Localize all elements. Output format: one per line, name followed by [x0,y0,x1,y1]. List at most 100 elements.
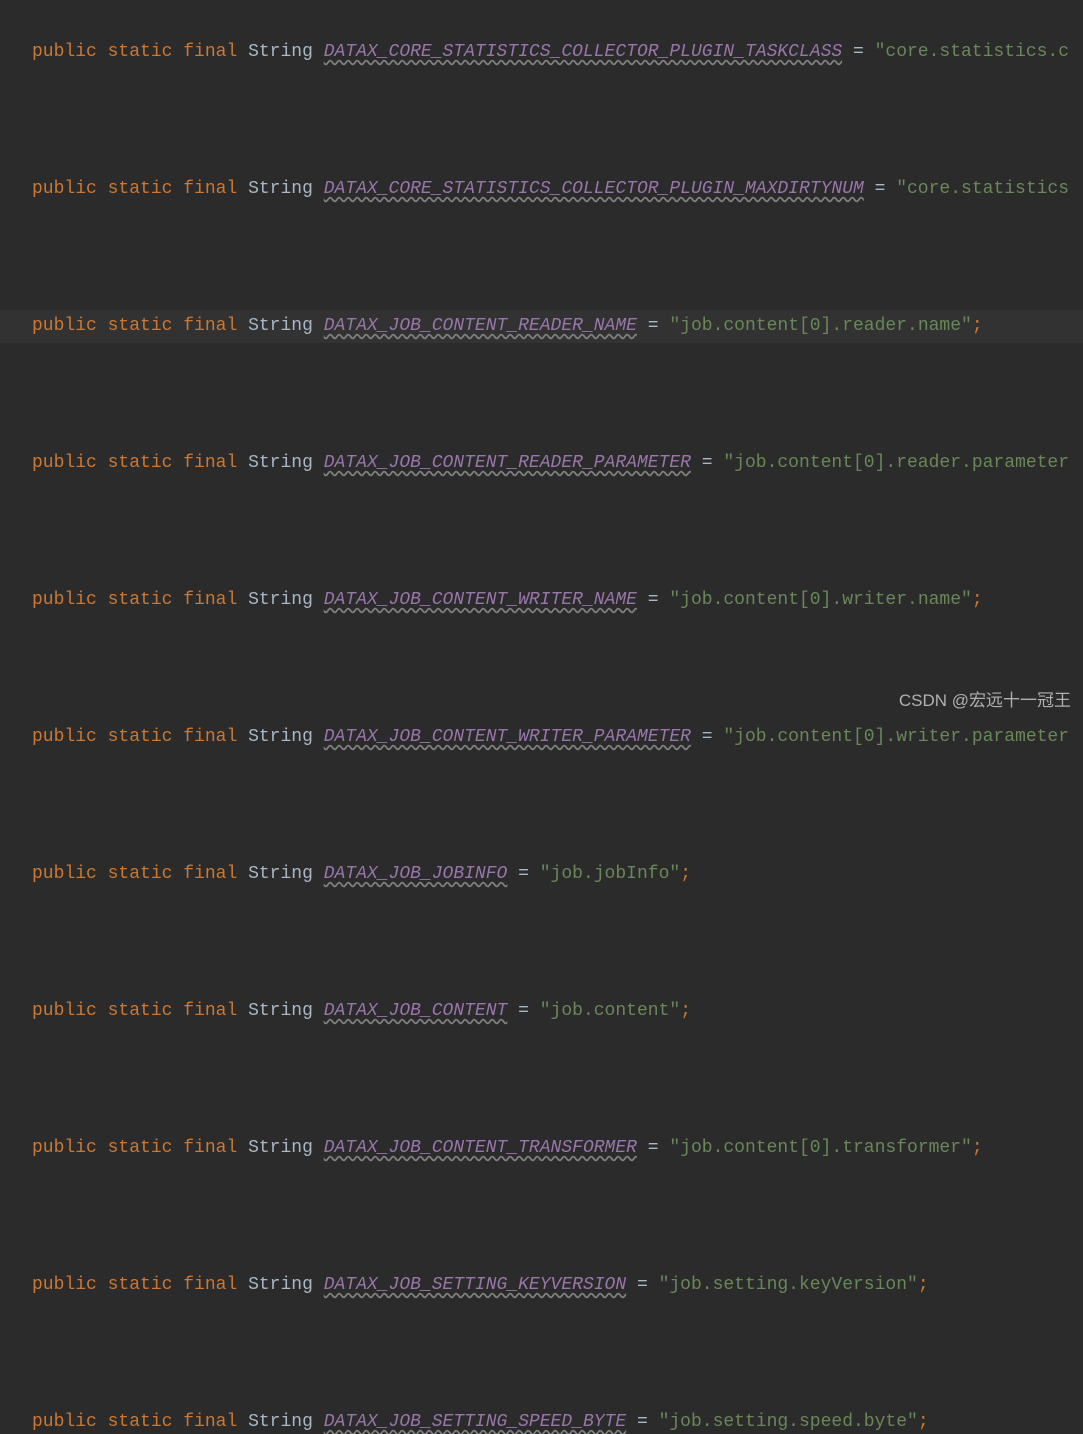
type-string: String [248,317,313,335]
type-string: String [248,1139,313,1157]
semicolon: ; [972,591,983,609]
type-string: String [248,1413,313,1431]
keyword-final: final [183,865,237,883]
keyword-final: final [183,317,237,335]
constant-name: DATAX_JOB_CONTENT_WRITER_PARAMETER [324,728,691,746]
keyword-public: public [32,454,97,472]
string-value: "job.content[0].reader.name" [669,317,971,335]
type-string: String [248,591,313,609]
keyword-public: public [32,1413,97,1431]
constant-name: DATAX_JOB_JOBINFO [324,865,508,883]
code-line[interactable]: public static final String DATAX_JOB_SET… [0,1269,1083,1302]
semicolon: ; [680,865,691,883]
constant-name: DATAX_JOB_CONTENT_TRANSFORMER [324,1139,637,1157]
keyword-public: public [32,317,97,335]
keyword-static: static [108,1276,173,1294]
string-value: "job.content[0].writer.parameter [723,728,1069,746]
keyword-final: final [183,1002,237,1020]
type-string: String [248,1002,313,1020]
blank-line[interactable] [0,516,1083,549]
keyword-final: final [183,728,237,746]
keyword-final: final [183,1139,237,1157]
equals: = [507,865,539,883]
code-line-highlighted[interactable]: public static final String DATAX_JOB_CON… [0,310,1083,343]
code-line[interactable]: public static final String DATAX_JOB_CON… [0,721,1083,754]
string-value: "core.statistics.c [875,43,1069,61]
string-value: "job.setting.keyVersion" [659,1276,918,1294]
blank-line[interactable] [0,927,1083,960]
type-string: String [248,454,313,472]
equals: = [637,1139,669,1157]
keyword-final: final [183,591,237,609]
blank-line[interactable] [0,105,1083,138]
equals: = [691,728,723,746]
keyword-public: public [32,865,97,883]
code-line[interactable]: public static final String DATAX_JOB_CON… [0,995,1083,1028]
code-line[interactable]: public static final String DATAX_JOB_SET… [0,1406,1083,1434]
equals: = [626,1276,658,1294]
keyword-static: static [108,865,173,883]
keyword-final: final [183,180,237,198]
keyword-static: static [108,454,173,472]
code-line[interactable]: public static final String DATAX_JOB_CON… [0,447,1083,480]
keyword-final: final [183,454,237,472]
string-value: "job.content[0].transformer" [669,1139,971,1157]
type-string: String [248,180,313,198]
equals: = [626,1413,658,1431]
keyword-public: public [32,728,97,746]
keyword-public: public [32,1276,97,1294]
code-line[interactable]: public static final String DATAX_JOB_CON… [0,1132,1083,1165]
constant-name: DATAX_JOB_SETTING_KEYVERSION [324,1276,626,1294]
equals: = [507,1002,539,1020]
constant-name: DATAX_JOB_SETTING_SPEED_BYTE [324,1413,626,1431]
code-line[interactable]: public static final String DATAX_JOB_JOB… [0,858,1083,891]
equals: = [842,43,874,61]
semicolon: ; [918,1276,929,1294]
semicolon: ; [680,1002,691,1020]
keyword-public: public [32,180,97,198]
blank-line[interactable] [0,1338,1083,1371]
constant-name: DATAX_CORE_STATISTICS_COLLECTOR_PLUGIN_M… [324,180,864,198]
keyword-public: public [32,1139,97,1157]
keyword-public: public [32,1002,97,1020]
blank-line[interactable] [0,1201,1083,1234]
code-line[interactable]: public static final String DATAX_CORE_ST… [0,36,1083,69]
code-line[interactable]: public static final String DATAX_CORE_ST… [0,173,1083,206]
string-value: "job.content[0].writer.name" [669,591,971,609]
blank-line[interactable] [0,653,1083,686]
blank-line[interactable] [0,379,1083,412]
string-value: "job.content[0].reader.parameter [723,454,1069,472]
keyword-static: static [108,1002,173,1020]
string-value: "job.content" [540,1002,680,1020]
keyword-static: static [108,1139,173,1157]
code-line[interactable]: public static final String DATAX_JOB_CON… [0,584,1083,617]
constant-name: DATAX_JOB_CONTENT_READER_NAME [324,317,637,335]
code-editor[interactable]: public static final String DATAX_CORE_ST… [0,0,1083,1434]
keyword-final: final [183,1276,237,1294]
watermark: CSDN @宏远十一冠王 [899,686,1071,711]
constant-name: DATAX_JOB_CONTENT_READER_PARAMETER [324,454,691,472]
keyword-static: static [108,180,173,198]
equals: = [691,454,723,472]
semicolon: ; [972,1139,983,1157]
string-value: "core.statistics [896,180,1069,198]
constant-name: DATAX_JOB_CONTENT_WRITER_NAME [324,591,637,609]
type-string: String [248,865,313,883]
type-string: String [248,43,313,61]
string-value: "job.jobInfo" [540,865,680,883]
keyword-static: static [108,317,173,335]
constant-name: DATAX_CORE_STATISTICS_COLLECTOR_PLUGIN_T… [324,43,842,61]
semicolon: ; [918,1413,929,1431]
semicolon: ; [972,317,983,335]
keyword-static: static [108,591,173,609]
blank-line[interactable] [0,1064,1083,1097]
equals: = [864,180,896,198]
equals: = [637,317,669,335]
blank-line[interactable] [0,790,1083,823]
blank-line[interactable] [0,242,1083,275]
constant-name: DATAX_JOB_CONTENT [324,1002,508,1020]
keyword-static: static [108,43,173,61]
keyword-static: static [108,728,173,746]
keyword-final: final [183,1413,237,1431]
keyword-public: public [32,591,97,609]
